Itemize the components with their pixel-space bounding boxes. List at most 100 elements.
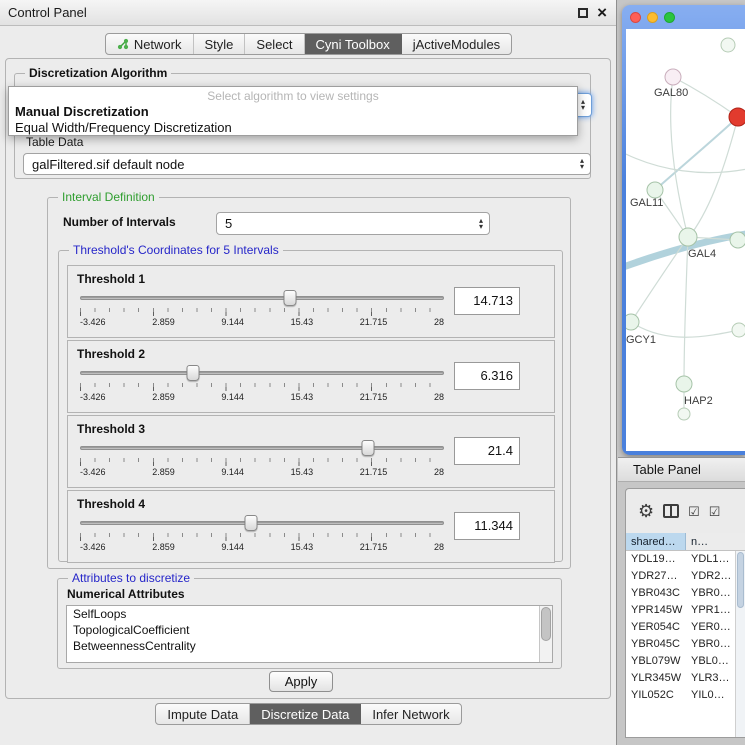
node-label: GAL4 <box>688 248 716 260</box>
dropdown-hint: Select algorithm to view settings <box>9 88 577 104</box>
table-row[interactable]: YIL052C YIL0… <box>626 687 735 704</box>
node-label: GAL80 <box>654 87 688 99</box>
tick-label: -3.426 <box>80 392 106 402</box>
scrollbar-thumb[interactable] <box>737 552 744 608</box>
threshold-value-field[interactable]: 11.344 <box>454 512 520 540</box>
checkbox-icon[interactable]: ☑ <box>709 505 721 518</box>
dropdown-option-equal-width[interactable]: Equal Width/Frequency Discretization <box>9 120 577 136</box>
slider-thumb[interactable] <box>245 515 258 531</box>
close-icon[interactable]: × <box>597 0 607 25</box>
network-canvas[interactable]: GAL80 GAL11 GAL4 GCY1 HAP2 <box>626 29 745 451</box>
combo-stepper-icon[interactable]: ▴▾ <box>580 158 590 170</box>
tick-label: -3.426 <box>80 317 106 327</box>
tick-label: 15.43 <box>291 317 314 327</box>
tab-infer-network[interactable]: Infer Network <box>361 704 460 724</box>
slider-thumb[interactable] <box>284 290 297 306</box>
list-item[interactable]: SelfLoops <box>67 606 552 622</box>
num-intervals-label: Number of Intervals <box>63 215 176 229</box>
slider-tick-labels: -3.426 2.859 9.144 15.43 21.715 28 <box>80 542 444 552</box>
tick-label: -3.426 <box>80 467 106 477</box>
table-row[interactable]: YER054C YER0… <box>626 619 735 636</box>
cyni-toolbox-panel: Discretization Algorithm ▴▾ Table Data g… <box>5 58 611 699</box>
threshold-slider[interactable] <box>80 439 444 457</box>
tick-label: 28 <box>434 467 444 477</box>
table-scrollbar[interactable] <box>735 551 745 737</box>
tick-label: 9.144 <box>221 542 244 552</box>
threshold-label: Threshold 4 <box>77 497 145 511</box>
tick-label: 9.144 <box>221 467 244 477</box>
table-header-row: shared… n… <box>626 533 745 551</box>
slider-tick-labels: -3.426 2.859 9.144 15.43 21.715 28 <box>80 317 444 327</box>
spinner-stepper-icon[interactable]: ▴▾ <box>479 218 489 230</box>
tab-select[interactable]: Select <box>245 34 304 54</box>
threshold-value-field[interactable]: 21.4 <box>454 437 520 465</box>
column-header-name[interactable]: n… <box>686 533 745 550</box>
table-row[interactable]: YDR27… YDR2… <box>626 568 735 585</box>
scrollbar-thumb[interactable] <box>541 607 551 641</box>
table-panel-window: ⚙ ☑ ☑ shared… n… YDL19… YDL1… YDR27… YDR… <box>625 488 745 738</box>
tab-jactivemodules[interactable]: jActiveModules <box>402 34 511 54</box>
top-tab-strip: Network Style Select Cyni Toolbox jActiv… <box>0 33 617 55</box>
slider-thumb[interactable] <box>361 440 374 456</box>
threshold-slider[interactable] <box>80 514 444 532</box>
dropdown-option-manual-discretization[interactable]: Manual Discretization <box>9 104 577 120</box>
tick-label: 15.43 <box>291 467 314 477</box>
threshold-value-field[interactable]: 14.713 <box>454 287 520 315</box>
slider-track <box>80 521 444 525</box>
table-body: YDL19… YDL1… YDR27… YDR2… YBR043C YBR0… … <box>626 551 735 737</box>
settings-gear-icon[interactable]: ⚙ <box>638 502 654 520</box>
tick-label: 9.144 <box>221 392 244 402</box>
tab-label: Impute Data <box>167 707 238 722</box>
table-row[interactable]: YPR145W YPR1… <box>626 602 735 619</box>
columns-icon[interactable] <box>663 504 679 518</box>
slider-ticks <box>80 458 444 466</box>
tick-label: 28 <box>434 542 444 552</box>
numerical-attributes-list: SelfLoops TopologicalCoefficient Between… <box>66 605 553 663</box>
combo-stepper-icon[interactable]: ▴▾ <box>581 99 591 111</box>
traffic-light-close-icon[interactable] <box>630 12 641 23</box>
slider-thumb[interactable] <box>186 365 199 381</box>
tab-network[interactable]: Network <box>106 34 194 54</box>
tab-label: Network <box>134 37 182 52</box>
threshold-value-field[interactable]: 6.316 <box>454 362 520 390</box>
tick-label: 21.715 <box>360 542 388 552</box>
threshold-label: Threshold 1 <box>77 272 145 286</box>
table-row[interactable]: YDL19… YDL1… <box>626 551 735 568</box>
slider-ticks <box>80 383 444 391</box>
tick-label: 2.859 <box>152 392 175 402</box>
traffic-light-minimize-icon[interactable] <box>647 12 658 23</box>
list-item[interactable]: BetweennessCentrality <box>67 638 552 654</box>
tab-style[interactable]: Style <box>194 34 246 54</box>
group-title: Attributes to discretize <box>68 571 194 585</box>
table-data-select[interactable]: galFiltered.sif default node ▴▾ <box>23 153 591 175</box>
table-toolbar: ⚙ ☑ ☑ <box>626 489 745 533</box>
numerical-attributes-label: Numerical Attributes <box>67 587 185 601</box>
threshold-slider[interactable] <box>80 364 444 382</box>
table-row[interactable]: YBR043C YBR0… <box>626 585 735 602</box>
list-item[interactable]: TopologicalCoefficient <box>67 622 552 638</box>
tick-label: 21.715 <box>360 317 388 327</box>
table-row[interactable]: YBR045C YBR0… <box>626 636 735 653</box>
threshold-slider[interactable] <box>80 289 444 307</box>
tab-label: Infer Network <box>372 707 449 722</box>
tab-impute-data[interactable]: Impute Data <box>156 704 250 724</box>
traffic-light-zoom-icon[interactable] <box>664 12 675 23</box>
list-scrollbar[interactable] <box>539 606 552 662</box>
apply-button[interactable]: Apply <box>269 671 333 692</box>
group-title: Threshold's Coordinates for 5 Intervals <box>69 243 283 257</box>
slider-tick-labels: -3.426 2.859 9.144 15.43 21.715 28 <box>80 467 444 477</box>
table-row[interactable]: YBL079W YBL0… <box>626 653 735 670</box>
threshold-panel: Threshold 2 -3.426 2.859 9.144 <box>67 340 555 413</box>
tab-label: Discretize Data <box>261 707 349 722</box>
float-window-icon[interactable] <box>578 8 588 18</box>
tick-label: 15.43 <box>291 392 314 402</box>
tab-discretize-data[interactable]: Discretize Data <box>250 704 361 724</box>
table-row[interactable]: YLR345W YLR3… <box>626 670 735 687</box>
tick-label: 2.859 <box>152 467 175 477</box>
column-header-shared-name[interactable]: shared… <box>626 533 686 550</box>
tab-label: Cyni Toolbox <box>316 37 390 52</box>
select-all-checkbox-icon[interactable]: ☑ <box>688 505 700 518</box>
num-intervals-spinner[interactable]: 5 ▴▾ <box>216 212 490 235</box>
control-panel-titlebar: Control Panel × <box>0 0 616 26</box>
tab-cyni-toolbox[interactable]: Cyni Toolbox <box>305 34 402 54</box>
